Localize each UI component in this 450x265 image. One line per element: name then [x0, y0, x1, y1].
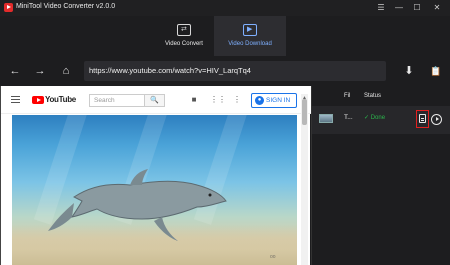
browser-toolbar: ← → ⌂ https://www.youtube.com/watch?v=HI… [0, 56, 450, 86]
tab-label: Video Convert [165, 41, 203, 47]
sign-in-button[interactable]: ● SIGN IN [251, 93, 297, 108]
search-input[interactable]: Search [89, 94, 145, 107]
back-button[interactable]: ← [7, 63, 23, 79]
tab-video-convert[interactable]: ⇄ Video Convert [148, 16, 220, 56]
download-button[interactable]: ⬇ [401, 63, 417, 79]
video-player[interactable]: oo [12, 115, 297, 265]
forward-button[interactable]: → [32, 63, 48, 79]
close-button[interactable]: ✕ [430, 2, 444, 14]
apps-grid-icon[interactable]: ⋮⋮ [210, 95, 226, 105]
watermark: oo [270, 254, 276, 260]
mode-tabs: ⇄ Video Convert ▶ Video Download [0, 16, 450, 56]
app-logo-icon [4, 3, 13, 12]
app-title: MiniTool Video Converter v2.0.0 [16, 3, 116, 10]
title-bar: MiniTool Video Converter v2.0.0 ☰ — ☐ ✕ [0, 0, 450, 16]
home-button[interactable]: ⌂ [58, 63, 74, 79]
app-window: MiniTool Video Converter v2.0.0 ☰ — ☐ ✕ … [0, 0, 450, 265]
tab-video-download[interactable]: ▶ Video Download [214, 16, 286, 56]
youtube-brand[interactable]: YouTube [45, 95, 76, 104]
file-name: T... [344, 114, 353, 121]
play-icon[interactable] [431, 114, 442, 125]
search-button[interactable]: 🔍 [145, 94, 165, 107]
account-icon: ● [255, 96, 264, 105]
status-text: ✓ Done [364, 115, 386, 121]
minimize-button[interactable]: — [392, 2, 406, 14]
convert-icon: ⇄ [177, 24, 191, 36]
more-options-icon[interactable]: ⋮ [232, 95, 242, 105]
scrollbar[interactable]: ▲ [301, 94, 308, 265]
clipboard-button[interactable]: 📋 [428, 63, 444, 79]
download-row[interactable]: T... ✓ Done [312, 106, 450, 134]
url-text: https://www.youtube.com/watch?v=HIV_Larq… [89, 66, 251, 75]
hamburger-menu-icon[interactable] [11, 96, 20, 103]
video-thumbnail [319, 114, 333, 123]
video-camera-icon[interactable]: ■ [189, 95, 199, 105]
url-bar[interactable]: https://www.youtube.com/watch?v=HIV_Larq… [84, 61, 386, 81]
browser-panel: YouTube Search 🔍 ■ ⋮⋮ ⋮ ● SIGN IN oo ▲ [0, 86, 311, 265]
scroll-thumb[interactable] [302, 99, 307, 125]
sign-in-label: SIGN IN [266, 97, 291, 104]
youtube-header: YouTube Search 🔍 ■ ⋮⋮ ⋮ ● SIGN IN [1, 86, 311, 114]
document-icon [419, 114, 426, 123]
youtube-logo-icon[interactable] [32, 96, 44, 104]
download-icon: ▶ [243, 24, 257, 36]
open-file-button[interactable] [416, 110, 429, 128]
file-column-header: Fil [344, 93, 351, 99]
status-column-header: Status [364, 93, 382, 99]
maximize-button[interactable]: ☐ [410, 2, 424, 14]
search-placeholder: Search [94, 97, 115, 104]
download-panel: Fil Status T... ✓ Done [311, 86, 450, 265]
dolphin-image [48, 169, 227, 241]
tab-label: Video Download [228, 41, 272, 47]
menu-button[interactable]: ☰ [374, 2, 388, 14]
